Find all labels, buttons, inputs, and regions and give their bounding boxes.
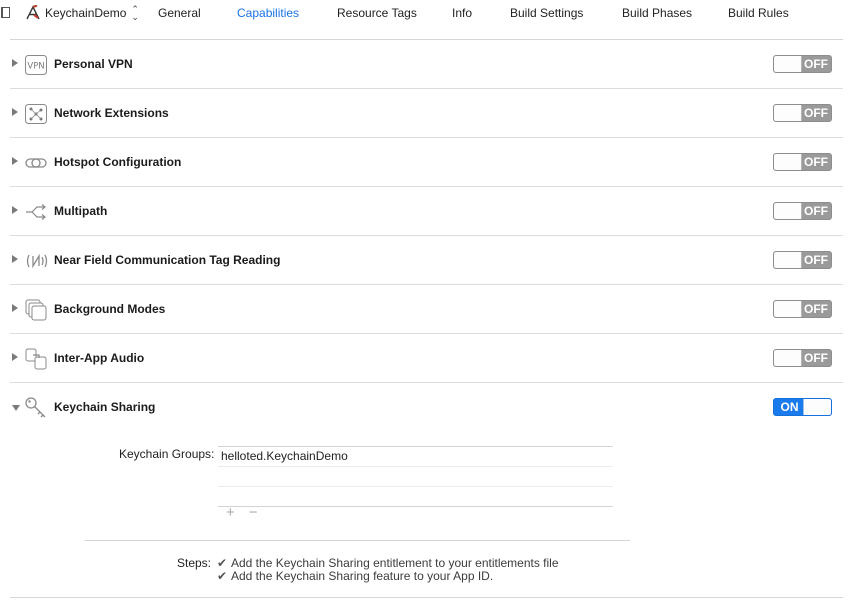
steps-divider (85, 540, 630, 541)
network-extensions-switch[interactable]: OFF (773, 104, 832, 122)
hotspot-configuration-switch[interactable]: OFF (773, 153, 832, 171)
inter-app-audio-switch[interactable]: OFF (773, 349, 832, 367)
capability-label: Keychain Sharing (54, 400, 156, 414)
capability-label: Inter-App Audio (54, 351, 145, 365)
switch-state: ON (780, 400, 799, 414)
key-icon (25, 397, 46, 418)
keychain-sharing-switch[interactable]: ON (773, 398, 832, 416)
switch-knob (774, 56, 802, 72)
capability-row-nfc-tag-reading: Near Field Communication Tag Reading OFF (10, 236, 843, 285)
background-modes-icon (25, 299, 47, 321)
step-item: ✔ Add the Keychain Sharing feature to yo… (216, 569, 493, 583)
capability-row-keychain-sharing: Keychain Sharing ON (10, 383, 843, 432)
switch-knob (774, 154, 802, 170)
switch-state: OFF (804, 155, 828, 169)
personal-vpn-switch[interactable]: OFF (773, 55, 832, 73)
switch-knob (774, 301, 802, 317)
capability-row-network-extensions: Network Extensions OFF (10, 89, 843, 138)
vpn-icon: VPN (25, 55, 47, 75)
tab-general[interactable]: General (158, 6, 201, 20)
capability-label: Multipath (54, 204, 108, 218)
xcode-app-icon (26, 5, 40, 20)
switch-knob (774, 105, 802, 121)
editor-tab-bar: KeychainDemo ⌃ ⌄ General Capabilities Res… (0, 0, 859, 26)
target-name: KeychainDemo (45, 6, 127, 20)
disclosure-triangle-icon[interactable] (12, 353, 18, 361)
tab-capabilities[interactable]: Capabilities (237, 6, 299, 20)
checkmark-icon: ✔ (216, 556, 228, 570)
switch-state: OFF (804, 57, 828, 71)
tab-build-rules[interactable]: Build Rules (728, 6, 789, 20)
disclosure-triangle-icon[interactable] (12, 108, 18, 116)
background-modes-switch[interactable]: OFF (773, 300, 832, 318)
capability-label: Background Modes (54, 302, 166, 316)
keychain-group-empty-row (218, 467, 613, 487)
target-selector[interactable]: KeychainDemo ⌃ ⌄ (25, 4, 139, 22)
switch-knob (803, 399, 831, 415)
step-text: Add the Keychain Sharing feature to your… (231, 569, 494, 583)
tab-info[interactable]: Info (452, 6, 472, 20)
disclosure-triangle-icon[interactable] (12, 304, 18, 312)
nfc-icon (26, 253, 48, 269)
disclosure-triangle-open-icon[interactable] (12, 405, 20, 411)
step-text: Add the Keychain Sharing entitlement to … (231, 556, 559, 570)
section-bottom-divider (10, 597, 843, 598)
checkmark-icon: ✔ (216, 569, 228, 583)
capability-label: Near Field Communication Tag Reading (54, 253, 281, 267)
capability-label: Network Extensions (54, 106, 169, 120)
tab-build-settings[interactable]: Build Settings (510, 6, 583, 20)
switch-state: OFF (804, 351, 828, 365)
disclosure-triangle-icon[interactable] (12, 255, 18, 263)
capability-row-personal-vpn: VPN Personal VPN OFF (10, 40, 843, 89)
chevron-updown-icon: ⌃ ⌄ (131, 4, 139, 22)
capability-row-multipath: Multipath OFF (10, 187, 843, 236)
capability-label: Personal VPN (54, 57, 133, 71)
multipath-switch[interactable]: OFF (773, 202, 832, 220)
capability-row-hotspot-configuration: Hotspot Configuration OFF (10, 138, 843, 187)
list-edit-buttons: + − (226, 505, 258, 521)
remove-group-button[interactable]: − (249, 505, 258, 521)
capability-row-background-modes: Background Modes OFF (10, 285, 843, 334)
switch-knob (774, 350, 802, 366)
add-group-button[interactable]: + (226, 505, 235, 521)
keychain-groups-list: helloted.KeychainDemo (218, 446, 613, 507)
switch-knob (774, 252, 802, 268)
tab-resource-tags[interactable]: Resource Tags (337, 6, 417, 20)
keychain-group-item[interactable]: helloted.KeychainDemo (218, 447, 613, 467)
svg-text:VPN: VPN (27, 62, 44, 72)
capability-label: Hotspot Configuration (54, 155, 182, 169)
capability-row-inter-app-audio: Inter-App Audio OFF (10, 334, 843, 383)
switch-state: OFF (804, 204, 828, 218)
switch-state: OFF (804, 253, 828, 267)
nfc-tag-reading-switch[interactable]: OFF (773, 251, 832, 269)
steps-label: Steps: (177, 556, 212, 570)
tab-build-phases[interactable]: Build Phases (622, 6, 692, 20)
hotspot-icon (25, 158, 47, 168)
disclosure-triangle-icon[interactable] (12, 157, 18, 165)
step-item: ✔ Add the Keychain Sharing entitlement t… (216, 556, 559, 570)
switch-state: OFF (804, 302, 828, 316)
sidebar-toggle-icon[interactable] (1, 7, 10, 18)
inter-app-audio-icon (25, 348, 47, 370)
keychain-groups-label: Keychain Groups: (119, 447, 215, 461)
switch-knob (774, 203, 802, 219)
switch-state: OFF (804, 106, 828, 120)
disclosure-triangle-icon[interactable] (12, 206, 18, 214)
disclosure-triangle-icon[interactable] (12, 59, 18, 67)
multipath-icon (26, 204, 46, 220)
network-extensions-icon (25, 104, 47, 124)
